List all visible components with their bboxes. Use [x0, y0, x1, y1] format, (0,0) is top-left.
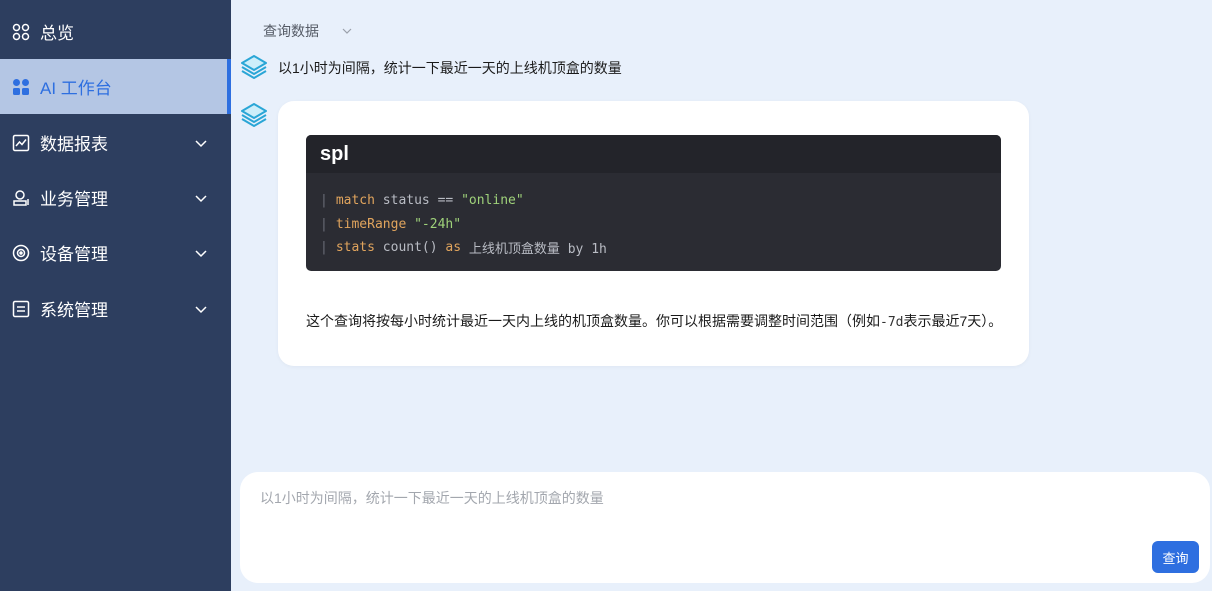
business-icon [12, 189, 30, 207]
query-type-label: 查询数据 [263, 23, 319, 39]
sidebar-item-label: 业务管理 [40, 190, 108, 209]
apps-icon [12, 78, 30, 96]
sidebar-item-label: 设备管理 [40, 245, 108, 264]
sidebar-item-label: AI 工作台 [40, 79, 112, 98]
sidebar-item-overview[interactable]: 总览 [0, 4, 231, 59]
user-message: 以1小时为间隔，统计一下最近一天的上线机顶盒的数量 [278, 60, 622, 76]
reply-explanation: 这个查询将按每小时统计最近一天内上线的机顶盒数量。你可以根据需要调整时间范围（例… [306, 313, 1003, 330]
chat-input[interactable] [260, 488, 1140, 548]
chevron-down-icon [195, 139, 207, 147]
sidebar-item-devices[interactable]: 设备管理 [0, 225, 231, 280]
sidebar-item-label: 总览 [40, 24, 74, 43]
system-icon [12, 300, 30, 318]
grid-icon [12, 23, 30, 41]
sidebar-item-label: 数据报表 [40, 135, 108, 154]
chevron-down-icon [195, 249, 207, 257]
assistant-reply-bubble: spl | match status == "online" | timeRange… [278, 101, 1029, 366]
device-icon [12, 244, 30, 262]
sidebar-item-ai-workbench[interactable]: AI 工作台 [0, 59, 231, 114]
query-button[interactable]: 查询 [1152, 541, 1199, 573]
sidebar: 总览 AI 工作台 数据报表 业务管理 设备管理 系统管理 [0, 0, 231, 591]
sidebar-item-data-reports[interactable]: 数据报表 [0, 115, 231, 170]
sidebar-item-business[interactable]: 业务管理 [0, 170, 231, 225]
code-language-label: spl [306, 135, 1001, 173]
chat-input-box: 查询 [240, 472, 1210, 583]
query-type-select[interactable]: 查询数据 [263, 21, 353, 41]
assistant-avatar-icon [241, 55, 267, 79]
chevron-down-icon [195, 194, 207, 202]
chevron-down-icon [195, 305, 207, 313]
code-line: | match status == "online" [320, 193, 524, 209]
code-block: spl | match status == "online" | timeRange… [306, 135, 1001, 271]
chart-icon [12, 134, 30, 152]
code-line: | stats count() as 上线机顶盒数量 by 1h [320, 240, 607, 258]
code-line: | timeRange "-24h" [320, 216, 462, 232]
sidebar-item-label: 系统管理 [40, 301, 108, 320]
assistant-avatar-icon [241, 103, 267, 127]
chevron-down-icon [342, 28, 352, 34]
sidebar-item-system[interactable]: 系统管理 [0, 281, 231, 336]
